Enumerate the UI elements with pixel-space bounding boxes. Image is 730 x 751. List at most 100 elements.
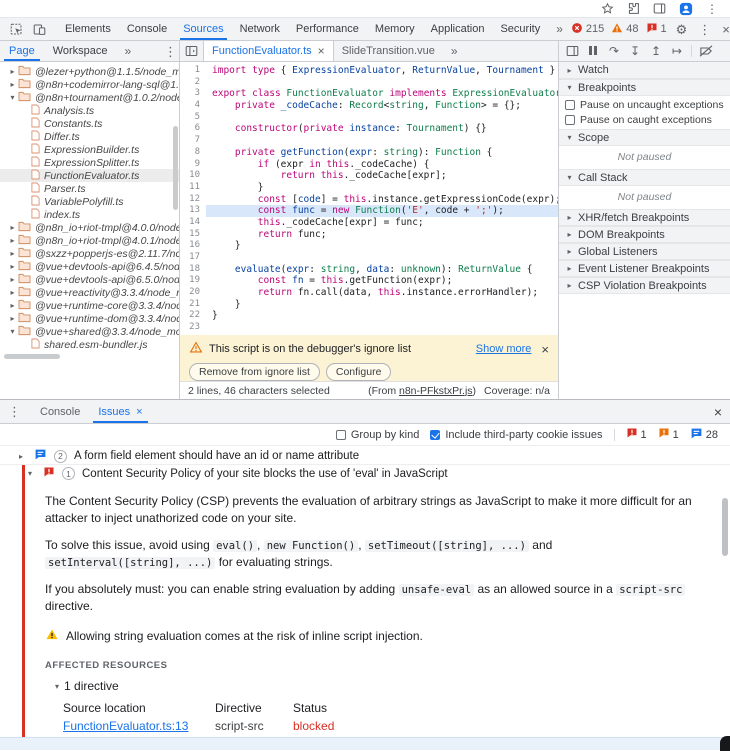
drawer-tab-issues[interactable]: Issues × <box>89 400 151 423</box>
line-number[interactable]: 19 <box>180 275 206 287</box>
tree-item[interactable]: ▸ @lezer+python@1.1.5/node_m <box>0 65 179 78</box>
sidebar-section-xhr-fetch-breakpoints[interactable]: ▸ XHR/fetch Breakpoints <box>559 209 730 226</box>
code-editor[interactable]: 1 import type { ExpressionEvaluator, Retu… <box>180 62 558 335</box>
line-number[interactable]: 17 <box>180 252 206 264</box>
tree-item[interactable]: Differ.ts <box>0 130 179 143</box>
line-number[interactable]: 5 <box>180 112 206 124</box>
close-drawer-icon[interactable]: × <box>714 400 722 423</box>
sidebar-section-call-stack[interactable]: ▾ Call Stack <box>559 169 730 186</box>
sidebar-toggle-icon[interactable] <box>562 42 582 60</box>
show-more-link[interactable]: Show more <box>476 343 532 355</box>
more-panels-icon[interactable]: » <box>548 18 571 40</box>
line-number[interactable]: 4 <box>180 100 206 112</box>
checkbox-unchecked[interactable] <box>565 100 575 110</box>
settings-gear-icon[interactable]: ⚙ <box>674 23 690 36</box>
sourcemap-link[interactable]: n8n-PFkstxPr.js <box>399 385 473 397</box>
tree-item[interactable]: ▾ @n8n+tournament@1.0.2/node <box>0 91 179 104</box>
line-number[interactable]: 22 <box>180 310 206 322</box>
chevron-right-icon[interactable]: ▸ <box>7 301 18 310</box>
tab-security[interactable]: Security <box>492 18 548 40</box>
inspect-element-icon[interactable] <box>5 18 28 40</box>
line-number[interactable]: 11 <box>180 182 206 194</box>
pause-exception-option[interactable]: Pause on uncaught exceptions <box>559 99 730 111</box>
line-number[interactable]: 6 <box>180 123 206 135</box>
tree-item[interactable]: FunctionEvaluator.ts <box>0 169 179 182</box>
line-number[interactable]: 21 <box>180 299 206 311</box>
tree-horizontal-scrollbar[interactable] <box>4 354 60 359</box>
line-number[interactable]: 1 <box>180 65 206 77</box>
console-warning-count[interactable]: 48 <box>611 22 639 37</box>
device-toolbar-icon[interactable] <box>28 18 51 40</box>
tree-vertical-scrollbar[interactable] <box>173 126 178 210</box>
chevron-right-icon[interactable]: ▸ <box>7 223 18 232</box>
tree-item[interactable]: ExpressionSplitter.ts <box>0 156 179 169</box>
tree-item[interactable]: Constants.ts <box>0 117 179 130</box>
tree-item[interactable]: ▸ @sxzz+popperjs-es@2.11.7/nc <box>0 247 179 260</box>
line-number[interactable]: 9 <box>180 159 206 171</box>
profile-avatar[interactable] <box>679 2 693 16</box>
chevron-right-icon[interactable]: ▸ <box>19 452 27 461</box>
close-devtools-icon[interactable]: × <box>720 23 730 36</box>
sidebar-section-global-listeners[interactable]: ▸ Global Listeners <box>559 243 730 260</box>
line-number[interactable]: 15 <box>180 229 206 241</box>
chevron-right-icon[interactable]: ▸ <box>7 236 18 245</box>
sidebar-section-event-listener-breakpoints[interactable]: ▸ Event Listener Breakpoints <box>559 260 730 277</box>
drawer-tab-console[interactable]: Console <box>31 400 89 423</box>
extensions-icon[interactable] <box>627 2 640 16</box>
sidebar-section-scope[interactable]: ▾ Scope <box>559 129 730 146</box>
chevron-down-icon[interactable]: ▾ <box>28 469 36 478</box>
tab-sources[interactable]: Sources <box>175 18 231 40</box>
chevron-down-icon[interactable]: ▾ <box>55 682 59 691</box>
pause-exception-option[interactable]: Pause on caught exceptions <box>559 114 730 126</box>
line-number[interactable]: 13 <box>180 205 206 217</box>
checkbox-checked[interactable] <box>430 429 441 440</box>
chevron-right-icon[interactable]: ▸ <box>7 275 18 284</box>
directive-group[interactable]: ▾ 1 directive <box>55 679 710 693</box>
chevron-down-icon[interactable]: ▾ <box>7 327 18 336</box>
line-number[interactable]: 12 <box>180 194 206 206</box>
sidebar-section-csp-violation-breakpoints[interactable]: ▸ CSP Violation Breakpoints <box>559 277 730 294</box>
issue-row[interactable]: ▾ 1 Content Security Policy of your site b… <box>25 465 730 482</box>
tree-item[interactable]: Analysis.ts <box>0 104 179 117</box>
drawer-scrollbar[interactable] <box>722 498 728 556</box>
navigator-menu-kebab-icon[interactable]: ⋮ <box>162 41 179 61</box>
sidebar-section-watch[interactable]: ▸ Watch <box>559 62 730 79</box>
step-into-icon[interactable]: ↧ <box>625 42 645 60</box>
tree-item[interactable]: ▸ @vue+runtime-dom@3.3.4/noc <box>0 312 179 325</box>
navigator-tab-workspace[interactable]: Workspace <box>44 41 117 61</box>
tree-item[interactable]: ▸ @vue+devtools-api@6.5.0/nod <box>0 273 179 286</box>
line-number[interactable]: 8 <box>180 147 206 159</box>
tree-item[interactable]: ▸ @vue+reactivity@3.3.4/node_n <box>0 286 179 299</box>
navigator-toggle-icon[interactable] <box>180 41 203 61</box>
toolbar-checkbox-include-third-party-cookie-issues[interactable]: Include third-party cookie issues <box>430 429 603 441</box>
sidebar-section-dom-breakpoints[interactable]: ▸ DOM Breakpoints <box>559 226 730 243</box>
line-number[interactable]: 20 <box>180 287 206 299</box>
more-navigator-tabs-icon[interactable]: » <box>117 41 140 61</box>
tab-performance[interactable]: Performance <box>288 18 367 40</box>
side-panel-icon[interactable] <box>653 2 666 16</box>
tree-item[interactable]: ▸ @vue+devtools-api@6.4.5/nod <box>0 260 179 273</box>
chevron-right-icon[interactable]: ▸ <box>7 80 18 89</box>
tab-application[interactable]: Application <box>423 18 493 40</box>
tab-console[interactable]: Console <box>119 18 175 40</box>
step-over-icon[interactable]: ↷ <box>604 42 624 60</box>
tree-item[interactable]: Parser.ts <box>0 182 179 195</box>
checkbox-unchecked[interactable] <box>335 429 346 440</box>
editor-tab-slidetransition-vue[interactable]: SlideTransition.vue <box>334 41 443 61</box>
tree-item[interactable]: ▸ @n8n_io+riot-tmpl@4.0.1/node <box>0 234 179 247</box>
console-issues-count[interactable]: 1 <box>646 22 667 37</box>
tab-memory[interactable]: Memory <box>367 18 423 40</box>
tree-item[interactable]: ExpressionBuilder.ts <box>0 143 179 156</box>
line-number[interactable]: 18 <box>180 264 206 276</box>
more-editor-tabs-icon[interactable]: » <box>443 41 466 61</box>
line-number[interactable]: 2 <box>180 77 206 89</box>
sidebar-section-breakpoints[interactable]: ▾ Breakpoints <box>559 79 730 96</box>
tree-item[interactable]: index.ts <box>0 208 179 221</box>
navigator-tab-page[interactable]: Page <box>0 41 44 61</box>
chevron-right-icon[interactable]: ▸ <box>7 288 18 297</box>
step-out-icon[interactable]: ↥ <box>646 42 666 60</box>
tab-network[interactable]: Network <box>232 18 288 40</box>
banner-button-remove-from-ignore-list[interactable]: Remove from ignore list <box>189 363 320 381</box>
banner-close-icon[interactable]: × <box>537 342 549 357</box>
close-tab-icon[interactable]: × <box>136 406 142 418</box>
